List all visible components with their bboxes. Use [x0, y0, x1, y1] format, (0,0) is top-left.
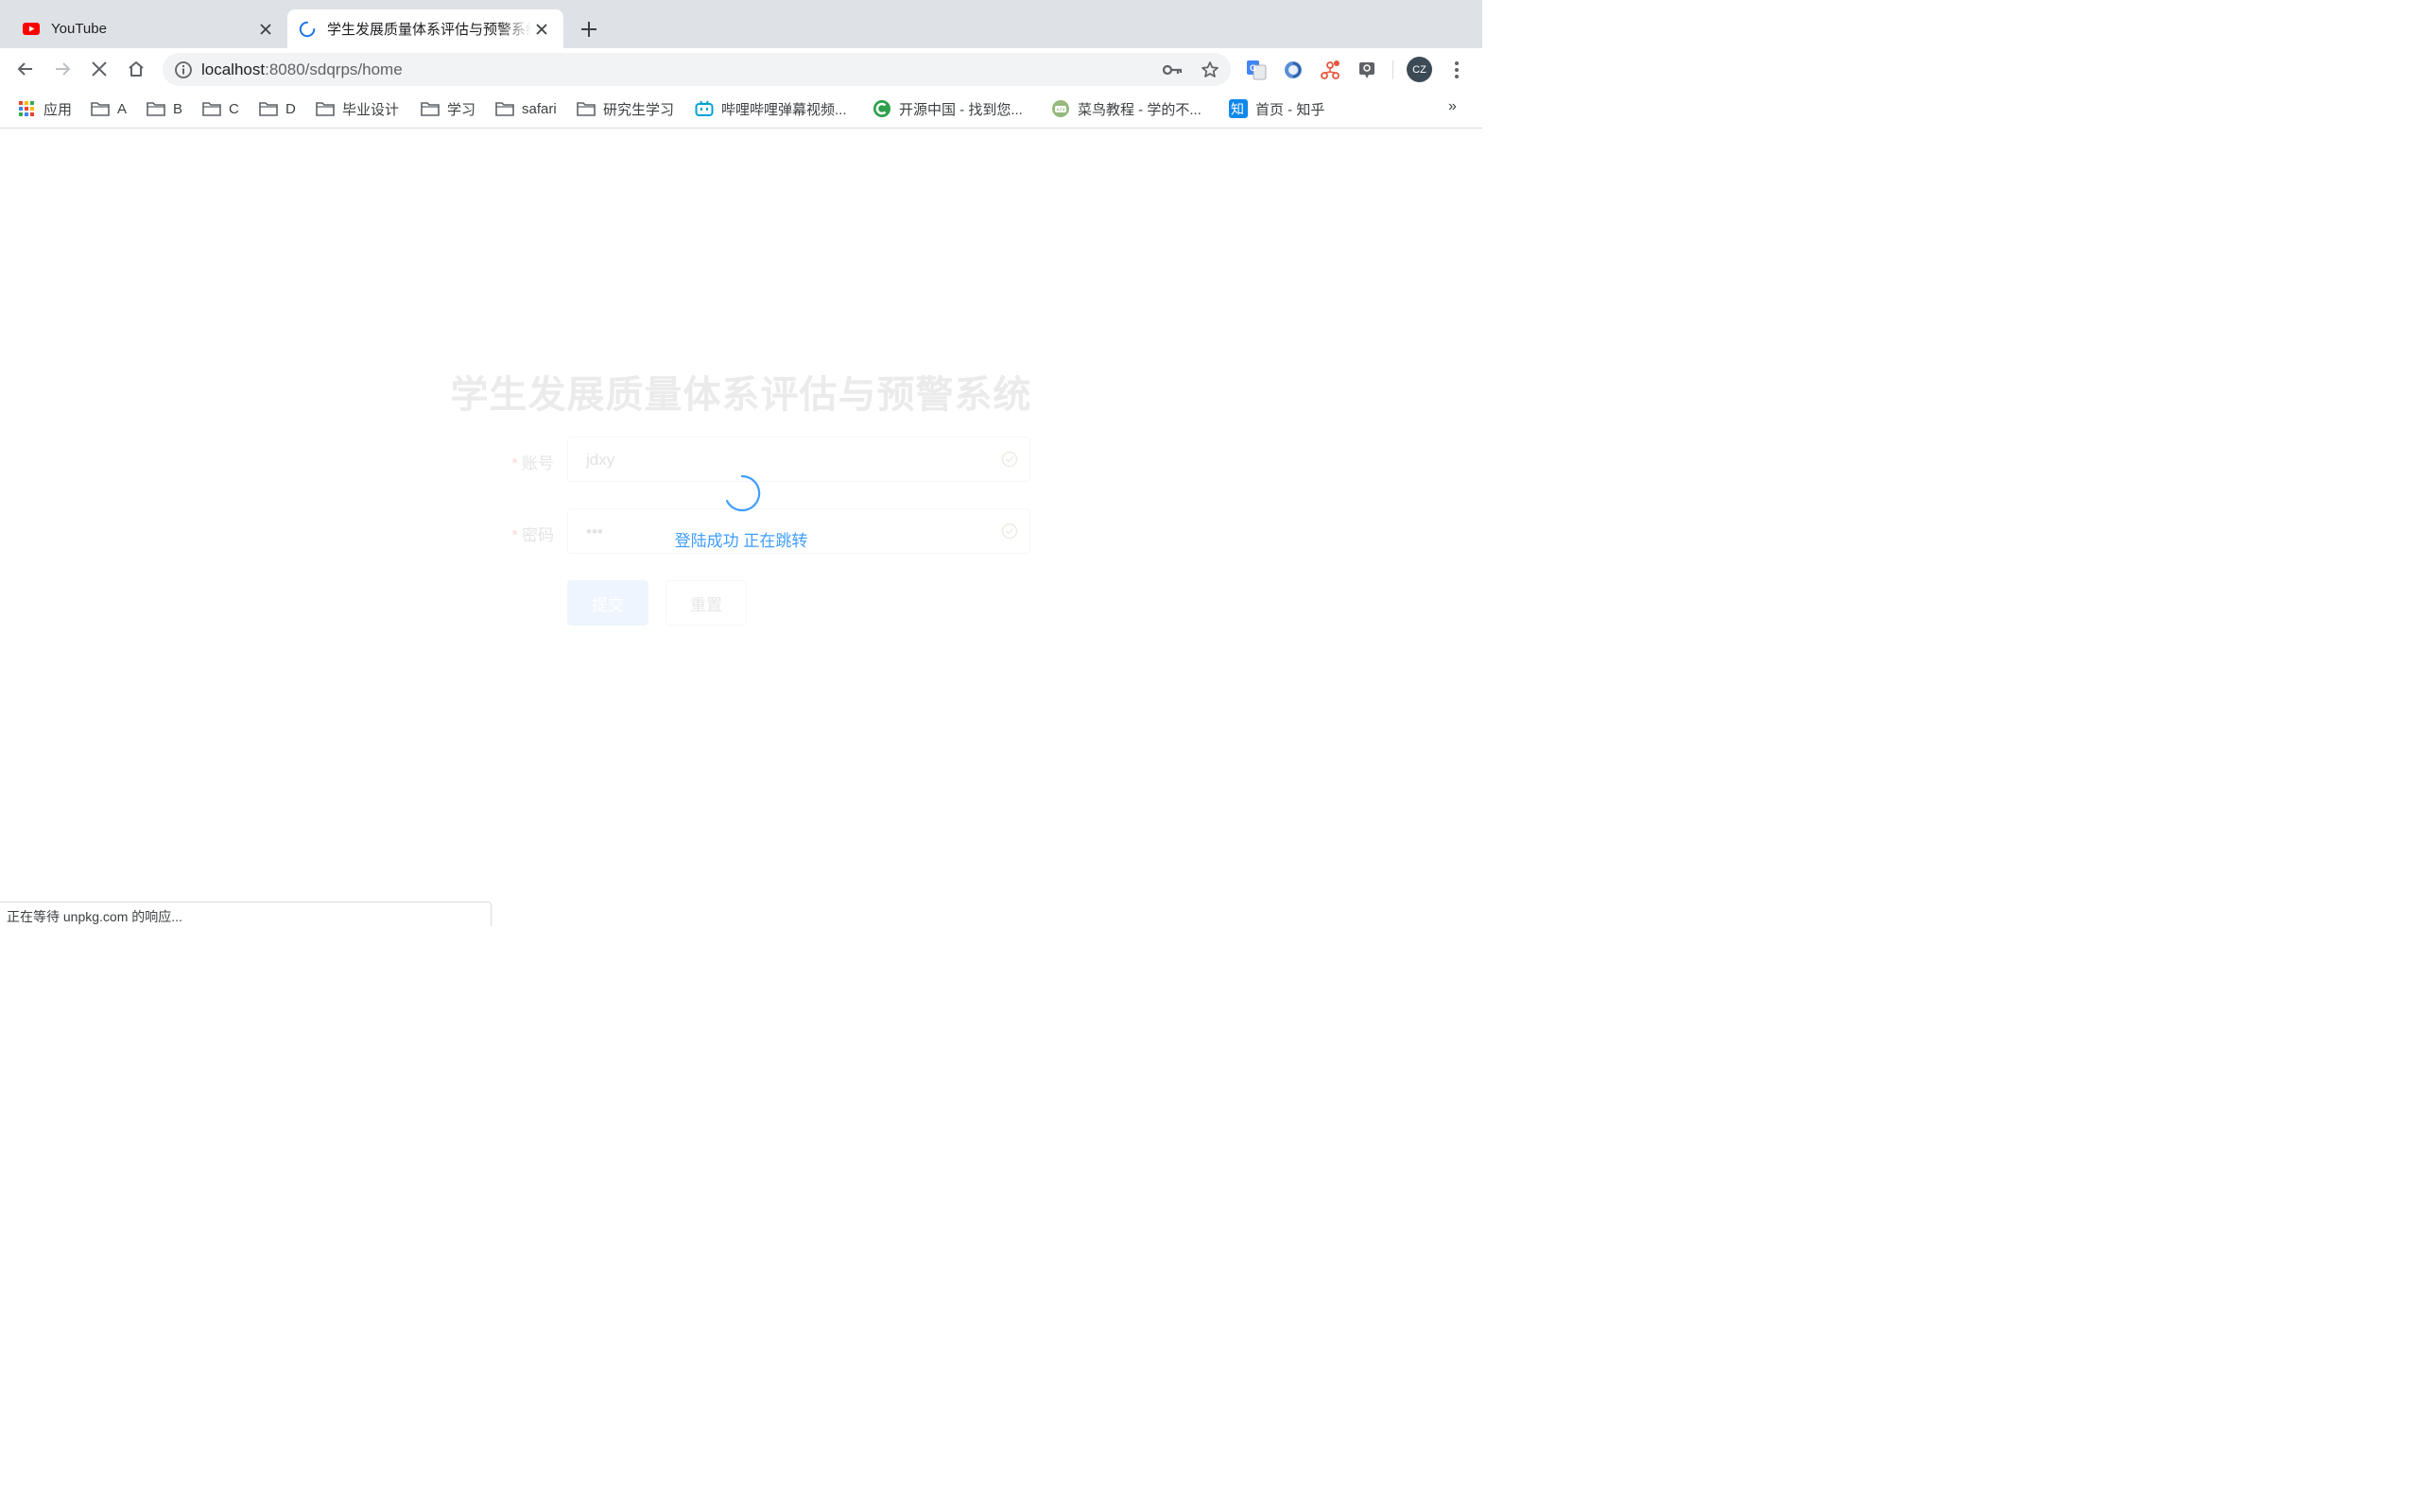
- account-value: jdxy: [586, 451, 615, 469]
- bookmark-label: safari: [522, 100, 557, 117]
- home-icon: [129, 61, 144, 77]
- bookmark-folder-graduation[interactable]: 毕业设计: [316, 99, 399, 118]
- home-button[interactable]: [120, 53, 152, 85]
- bookmark-label: C: [229, 100, 239, 117]
- close-tab-icon[interactable]: [255, 19, 276, 40]
- bookmark-label: A: [117, 100, 128, 117]
- bookmark-zhihu[interactable]: 知 首页 - 知乎: [1229, 99, 1324, 118]
- folder-icon: [316, 100, 335, 117]
- folder-icon: [421, 100, 440, 117]
- oschina-icon: [873, 100, 891, 117]
- search-extension-icon[interactable]: [1356, 59, 1378, 81]
- loading-text: 登陆成功 正在跳转: [674, 532, 808, 550]
- url-path: :8080/sdqrps/home: [265, 60, 403, 78]
- star-icon[interactable]: [1200, 60, 1220, 80]
- account-label-text: 账号: [522, 455, 554, 472]
- apps-grid-icon: [17, 100, 36, 117]
- network-extension-icon[interactable]: [1319, 59, 1341, 81]
- tab-login-system[interactable]: 学生发展质量体系评估与预警系统: [287, 9, 563, 48]
- loading-spinner-icon: [299, 21, 316, 38]
- toolbar-separator: [1392, 60, 1393, 79]
- bookmark-label: B: [173, 100, 183, 117]
- bookmark-label: 哔哩哔哩弹幕视频...: [721, 101, 847, 118]
- close-icon: [92, 61, 107, 77]
- bookmark-folder-grad-study[interactable]: 研究生学习: [577, 99, 674, 118]
- back-button[interactable]: [9, 53, 42, 85]
- svg-text:G: G: [1250, 63, 1256, 73]
- url-text[interactable]: localhost:8080/sdqrps/home: [201, 60, 403, 79]
- bookmark-bilibili[interactable]: 哔哩哔哩弹幕视频...: [695, 99, 847, 118]
- folder-icon: [147, 100, 165, 117]
- bookmark-label: 毕业设计: [342, 101, 400, 118]
- bookmark-folder-safari[interactable]: safari: [495, 99, 557, 118]
- key-icon[interactable]: [1163, 60, 1184, 80]
- bookmark-label: 首页 - 知乎: [1255, 101, 1325, 118]
- tab-strip: YouTube 学生发展质量体系评估与预警系统: [0, 0, 1482, 48]
- more-menu-icon[interactable]: [1446, 59, 1467, 81]
- bookmarks-bar: 应用 A B C D 毕业设计 学习 safari 研究生学习 哔哩哔哩弹幕视频…: [0, 90, 1482, 129]
- bookmarks-overflow-button[interactable]: »: [1448, 98, 1457, 115]
- new-tab-button[interactable]: [577, 17, 601, 42]
- runoob-icon: </>: [1051, 100, 1070, 117]
- tab-title: YouTube: [51, 21, 107, 37]
- bookmark-label: 学习: [447, 101, 476, 118]
- bilibili-icon: [695, 100, 714, 117]
- reset-button[interactable]: 重置: [666, 580, 747, 626]
- tab-youtube[interactable]: YouTube: [13, 9, 285, 48]
- svg-text:知: 知: [1231, 102, 1244, 118]
- loading-spinner-icon: [725, 474, 761, 512]
- folder-icon: [577, 100, 596, 117]
- page-title: 学生发展质量体系评估与预警系统: [450, 374, 1032, 416]
- bookmark-runoob[interactable]: </> 菜鸟教程 - 学的不...: [1051, 99, 1201, 118]
- arrow-right-icon: [56, 62, 71, 76]
- address-bar[interactable]: localhost:8080/sdqrps/home: [163, 53, 1231, 86]
- tab-title: 学生发展质量体系评估与预警系统: [327, 22, 531, 38]
- extension-circle-icon[interactable]: [1282, 59, 1305, 81]
- check-circle-icon: [1001, 451, 1018, 468]
- bookmark-label: D: [285, 100, 296, 117]
- bookmark-label: 菜鸟教程 - 学的不...: [1078, 101, 1201, 118]
- bookmark-folder-d[interactable]: D: [259, 99, 296, 118]
- arrow-left-icon: [17, 62, 32, 76]
- required-mark: *: [511, 455, 518, 472]
- bookmark-folder-a[interactable]: A: [91, 99, 127, 118]
- bookmark-folder-study[interactable]: 学习: [421, 99, 475, 118]
- account-label: * 账号: [482, 450, 554, 473]
- browser-toolbar: localhost:8080/sdqrps/home G CZ: [0, 48, 1482, 90]
- account-input[interactable]: jdxy: [567, 437, 1030, 482]
- svg-text:</>: </>: [1057, 108, 1065, 113]
- plus-icon: [581, 22, 596, 37]
- status-bar: 正在等待 unpkg.com 的响应...: [0, 902, 492, 926]
- bookmark-label: 开源中国 - 找到您...: [899, 101, 1023, 118]
- folder-icon: [495, 100, 514, 117]
- bookmark-oschina[interactable]: 开源中国 - 找到您...: [873, 99, 1023, 118]
- zhihu-icon: 知: [1229, 99, 1248, 118]
- youtube-icon: [23, 21, 40, 38]
- forward-button[interactable]: [46, 53, 78, 85]
- info-icon[interactable]: [174, 60, 193, 79]
- bookmark-folder-c[interactable]: C: [202, 99, 239, 118]
- folder-icon: [259, 100, 278, 117]
- bookmark-folder-b[interactable]: B: [147, 99, 182, 118]
- bookmark-label: 研究生学习: [603, 101, 675, 118]
- close-tab-icon[interactable]: [531, 19, 552, 40]
- submit-button[interactable]: 提交: [567, 580, 648, 626]
- url-host: localhost: [201, 60, 266, 78]
- stop-loading-button[interactable]: [83, 53, 115, 85]
- bookmark-label: 应用: [43, 101, 73, 118]
- bookmark-apps[interactable]: 应用: [17, 99, 72, 118]
- folder-icon: [91, 100, 110, 117]
- avatar[interactable]: CZ: [1407, 57, 1432, 82]
- folder-icon: [202, 100, 221, 117]
- google-translate-icon[interactable]: G: [1245, 59, 1268, 81]
